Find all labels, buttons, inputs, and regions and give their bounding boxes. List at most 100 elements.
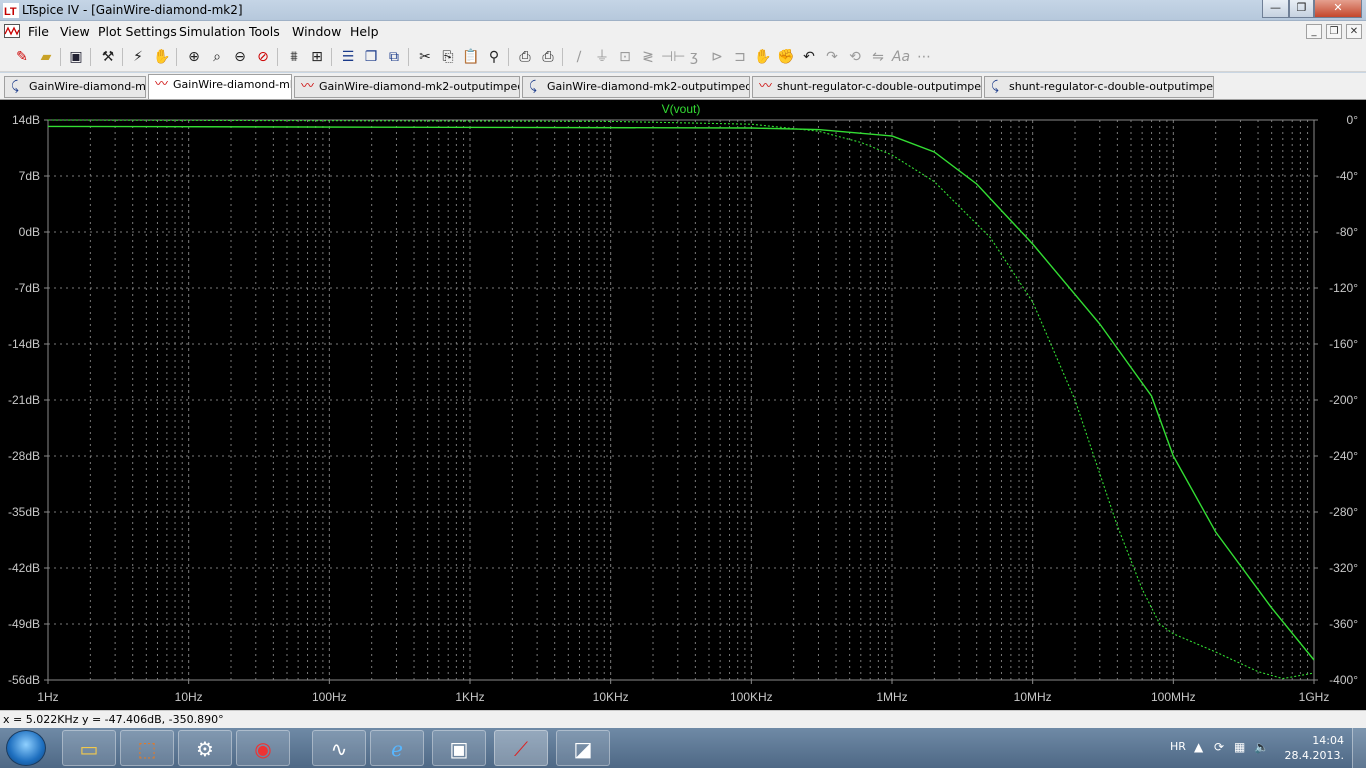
volume-icon[interactable]: 🔈 bbox=[1254, 740, 1269, 754]
capacitor-icon[interactable]: ⊣⊢ bbox=[661, 47, 685, 67]
toolbar-separator bbox=[562, 48, 563, 66]
zoom-cancel-icon[interactable]: ⊘ bbox=[253, 47, 273, 67]
taskbar: ▭ ⬚ ⚙ ◉ ∿ ℯ ▣ ⟋ ◪ HR ▲ ⟳ ▦ 🔈 14:04 28.4.… bbox=[0, 728, 1366, 768]
mirror-icon[interactable]: ⇋ bbox=[868, 47, 888, 67]
taskbar-ltspice[interactable]: ⟋ bbox=[494, 730, 548, 766]
taskbar-installer[interactable]: ⬚ bbox=[120, 730, 174, 766]
tools-icon: ⚙ bbox=[196, 737, 214, 761]
trace-title[interactable]: V(vout) bbox=[662, 102, 701, 116]
drag-icon[interactable]: ✊ bbox=[776, 47, 796, 67]
system-tray: HR ▲ ⟳ ▦ 🔈 14:04 28.4.2013. bbox=[1156, 728, 1366, 768]
component-icon[interactable]: ⊐ bbox=[730, 47, 750, 67]
halt-icon[interactable]: ✋ bbox=[152, 47, 172, 67]
toolbar-separator bbox=[331, 48, 332, 66]
waveform-chart[interactable]: 1Hz 10Hz 100Hz 1KHz 10KHz 100KHz 1MHz 10MHz 100M… bbox=[0, 100, 1366, 710]
autorange-icon[interactable]: ⩩ bbox=[284, 47, 304, 67]
minimize-button[interactable]: — bbox=[1262, 0, 1289, 18]
trace-phase[interactable] bbox=[47, 119, 1315, 680]
grid-icon[interactable]: ⊞ bbox=[307, 47, 327, 67]
menu-view[interactable]: View bbox=[60, 24, 90, 39]
schematic-icon: ⤹ bbox=[991, 79, 999, 94]
network-icon[interactable]: ▦ bbox=[1234, 740, 1245, 754]
menu-file[interactable]: File bbox=[28, 24, 49, 39]
clock-time[interactable]: 14:04 bbox=[1312, 734, 1344, 747]
redo-icon[interactable]: ↷ bbox=[822, 47, 842, 67]
x-tick-label: 10KHz bbox=[593, 690, 629, 704]
waveform-icon: 〰 bbox=[301, 79, 315, 94]
new-schematic-icon[interactable]: ✎ bbox=[12, 47, 32, 67]
undo-icon[interactable]: ↶ bbox=[799, 47, 819, 67]
waveform-doc-icon[interactable] bbox=[4, 24, 20, 38]
start-button[interactable] bbox=[6, 730, 46, 766]
title-bar: LT LTspice IV - [GainWire-diamond-mk2] —… bbox=[0, 0, 1366, 21]
find-icon[interactable]: ⚲ bbox=[484, 47, 504, 67]
taskbar-antivirus[interactable]: ◉ bbox=[236, 730, 290, 766]
zoom-out-icon[interactable]: ⊖ bbox=[230, 47, 250, 67]
label-icon[interactable]: ⊡ bbox=[615, 47, 635, 67]
taskbar-explorer[interactable]: ▭ bbox=[62, 730, 116, 766]
zoom-in-icon[interactable]: ⊕ bbox=[184, 47, 204, 67]
trace-magnitude[interactable] bbox=[47, 125, 1315, 661]
tab-waveform-shunt-regulator[interactable]: 〰 shunt-regulator-c-double-outputimpedan… bbox=[752, 76, 982, 98]
menu-window[interactable]: Window bbox=[292, 24, 341, 39]
resistor-icon[interactable]: ≷ bbox=[638, 47, 658, 67]
copy-icon[interactable]: ⎘ bbox=[438, 47, 458, 67]
menu-plot-settings[interactable]: Plot Settings bbox=[98, 24, 177, 39]
status-bar: x = 5.022KHz y = -47.406dB, -350.890° bbox=[0, 710, 1366, 728]
mdi-close-button[interactable]: ✕ bbox=[1346, 24, 1362, 39]
waveform-plot[interactable]: 1Hz 10Hz 100Hz 1KHz 10KHz 100KHz 1MHz 10MHz 100M… bbox=[0, 100, 1366, 710]
sync-icon[interactable]: ⟳ bbox=[1214, 740, 1224, 754]
text-icon[interactable]: Aa bbox=[891, 47, 911, 67]
toolbar-separator bbox=[408, 48, 409, 66]
taskbar-photos[interactable]: ▣ bbox=[432, 730, 486, 766]
tab-schematic-outputimpedance[interactable]: ⤹ GainWire-diamond-mk2-outputimpedance bbox=[522, 76, 750, 98]
run-icon[interactable]: ⚡ bbox=[128, 47, 148, 67]
move-icon[interactable]: ✋ bbox=[753, 47, 773, 67]
zoom-full-icon[interactable]: ⌕ bbox=[207, 47, 227, 67]
tab-label: GainWire-diamond-mk2 bbox=[29, 80, 146, 93]
taskbar-internet-explorer[interactable]: ℯ bbox=[370, 730, 424, 766]
print-icon[interactable]: ⎙ bbox=[538, 47, 558, 67]
wire-icon[interactable]: ∕ bbox=[569, 47, 589, 67]
taskbar-oscilloscope[interactable]: ∿ bbox=[312, 730, 366, 766]
toolbar-separator bbox=[508, 48, 509, 66]
rotate-icon[interactable]: ⟲ bbox=[845, 47, 865, 67]
clock-date[interactable]: 28.4.2013. bbox=[1285, 749, 1344, 762]
restore-button[interactable]: ❐ bbox=[1289, 0, 1314, 18]
taskbar-document[interactable]: ◪ bbox=[556, 730, 610, 766]
y-left-tick-label: -14dB bbox=[8, 337, 40, 351]
save-icon[interactable]: ▣ bbox=[66, 47, 86, 67]
paste-icon[interactable]: 📋 bbox=[461, 47, 481, 67]
inductor-icon[interactable]: ʒ bbox=[684, 47, 704, 67]
open-icon[interactable]: ▰ bbox=[36, 47, 56, 67]
cascade-icon[interactable]: ❐ bbox=[361, 47, 381, 67]
tab-schematic-shunt-regulator[interactable]: ⤹ shunt-regulator-c-double-outputimpedan… bbox=[984, 76, 1214, 98]
mdi-controls: _ ❐ ✕ bbox=[1302, 23, 1362, 39]
cut-icon[interactable]: ✂ bbox=[415, 47, 435, 67]
print-preview-icon[interactable]: ⎙ bbox=[515, 47, 535, 67]
ground-icon[interactable]: ⏚ bbox=[592, 47, 612, 67]
diode-icon[interactable]: ⊳ bbox=[707, 47, 727, 67]
language-indicator[interactable]: HR bbox=[1170, 740, 1186, 753]
ltspice-icon: ⟋ bbox=[514, 737, 528, 761]
show-hidden-icons-icon[interactable]: ▲ bbox=[1194, 740, 1203, 754]
close-button[interactable]: ✕ bbox=[1314, 0, 1362, 18]
control-panel-icon[interactable]: ⚒ bbox=[98, 47, 118, 67]
y-right-tick-label: -400° bbox=[1329, 673, 1358, 687]
y-left-tick-label: -28dB bbox=[8, 449, 40, 463]
tile-horizontal-icon[interactable]: ☰ bbox=[338, 47, 358, 67]
oscilloscope-icon: ∿ bbox=[330, 737, 348, 761]
menu-tools[interactable]: Tools bbox=[249, 24, 280, 39]
close-all-icon[interactable]: ⧉ bbox=[384, 47, 404, 67]
taskbar-tools[interactable]: ⚙ bbox=[178, 730, 232, 766]
tab-waveform-outputimpedance[interactable]: 〰 GainWire-diamond-mk2-outputimpedance bbox=[294, 76, 520, 98]
menu-help[interactable]: Help bbox=[350, 24, 379, 39]
tab-schematic-gainwire[interactable]: ⤹ GainWire-diamond-mk2 bbox=[4, 76, 146, 98]
show-desktop-button[interactable] bbox=[1352, 728, 1366, 768]
tab-waveform-gainwire[interactable]: 〰 GainWire-diamond-mk2 bbox=[148, 74, 292, 99]
mdi-restore-button[interactable]: ❐ bbox=[1326, 24, 1342, 39]
spice-directive-icon[interactable]: ⋯ bbox=[914, 47, 934, 67]
menu-simulation[interactable]: Simulation bbox=[179, 24, 246, 39]
mdi-minimize-button[interactable]: _ bbox=[1306, 24, 1322, 39]
y-right-tick-label: -320° bbox=[1329, 561, 1358, 575]
